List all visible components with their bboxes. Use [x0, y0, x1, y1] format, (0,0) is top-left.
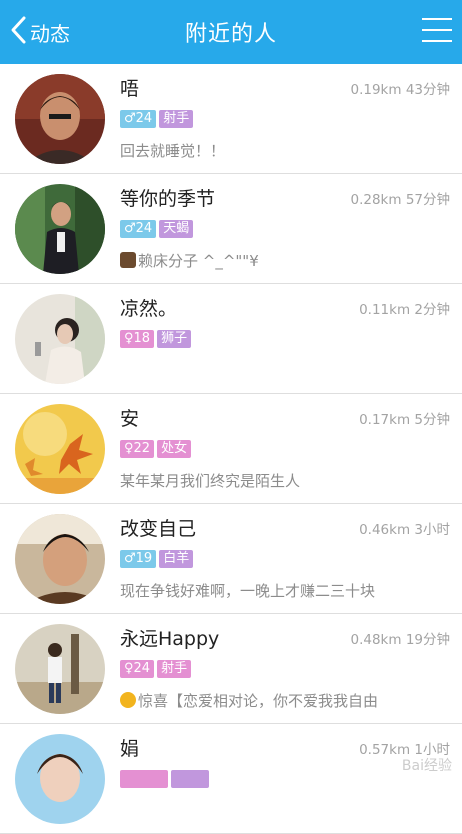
user-badges: ♂24 射手 — [120, 110, 196, 128]
user-badges: ♀22 处女 — [120, 440, 194, 458]
user-badges: ♂19 白羊 — [120, 550, 196, 568]
user-name: 永远Happy — [120, 628, 220, 650]
list-item[interactable]: 娟 0.57km 1小时 — [0, 724, 462, 834]
user-name: 娟 — [120, 738, 140, 760]
status-text: 回去就睡觉！！ — [120, 142, 226, 160]
face-icon — [120, 252, 136, 268]
distance-time: 0.46km 3小时 — [359, 522, 450, 538]
avatar[interactable] — [15, 734, 105, 824]
male-icon: ♂ — [124, 221, 136, 236]
zodiac-badge: 天蝎 — [159, 220, 194, 238]
male-icon: ♂ — [124, 111, 136, 126]
distance-time: 0.28km 57分钟 — [350, 192, 450, 208]
user-name: 改变自己 — [120, 518, 197, 540]
status-text: 赖床分子 ^_^""¥ — [120, 250, 450, 271]
title-bar: 动态 附近的人 — [0, 0, 462, 64]
smile-icon — [120, 692, 136, 708]
user-badges: ♀18 狮子 — [120, 330, 194, 348]
distance-time: 0.17km 5分钟 — [359, 412, 450, 428]
user-badges: ♂24 天蝎 — [120, 220, 196, 238]
female-icon: ♀ — [124, 661, 134, 676]
male-icon: ♂ — [124, 551, 136, 566]
list-item[interactable]: 等你的季节 0.28km 57分钟 ♂24 天蝎 赖床分子 ^_^""¥ — [0, 174, 462, 284]
avatar[interactable] — [15, 184, 105, 274]
zodiac-badge: 狮子 — [157, 330, 192, 348]
status-text: 惊喜【恋爱相对论，你不爱我我自由 — [120, 690, 450, 711]
female-icon: ♀ — [124, 331, 134, 346]
avatar[interactable] — [15, 404, 105, 494]
distance-time: 0.11km 2分钟 — [359, 302, 450, 318]
list-item[interactable]: 凉然。 0.11km 2分钟 ♀18 狮子 — [0, 284, 462, 394]
menu-icon[interactable] — [422, 18, 452, 46]
user-name: 等你的季节 — [120, 188, 216, 210]
avatar[interactable] — [15, 624, 105, 714]
nearby-people-list: 唔 0.19km 43分钟 ♂24 射手 回去就睡觉！！ 等你的季节 0.28k… — [0, 64, 462, 834]
gender-age-badge: ♀24 — [120, 660, 155, 678]
list-item[interactable]: 改变自己 0.46km 3小时 ♂19 白羊 现在争钱好难啊，一晚上才赚二三十块 — [0, 504, 462, 614]
zodiac-badge: 白羊 — [159, 550, 194, 568]
user-name: 凉然。 — [120, 298, 178, 320]
gender-age-badge: ♂19 — [120, 550, 157, 568]
gender-age-badge — [120, 770, 168, 788]
list-item[interactable]: 安 0.17km 5分钟 ♀22 处女 某年某月我们终究是陌生人 — [0, 394, 462, 504]
user-badges: ♀24 射手 — [120, 660, 194, 678]
user-name: 安 — [120, 408, 140, 430]
female-icon: ♀ — [124, 441, 134, 456]
avatar[interactable] — [15, 514, 105, 604]
page-title: 附近的人 — [184, 22, 277, 47]
gender-age-badge: ♂24 — [120, 220, 157, 238]
zodiac-badge: 射手 — [159, 110, 194, 128]
user-badges — [120, 770, 212, 788]
gender-age-badge: ♂24 — [120, 110, 157, 128]
avatar[interactable] — [15, 74, 105, 164]
status-text: 现在争钱好难啊，一晚上才赚二三十块 — [120, 582, 376, 600]
zodiac-badge — [171, 770, 209, 788]
status-text: 某年某月我们终究是陌生人 — [120, 472, 301, 490]
avatar[interactable] — [15, 294, 105, 384]
list-item[interactable]: 唔 0.19km 43分钟 ♂24 射手 回去就睡觉！！ — [0, 64, 462, 174]
zodiac-badge: 射手 — [157, 660, 192, 678]
distance-time: 0.48km 19分钟 — [350, 632, 450, 648]
gender-age-badge: ♀18 — [120, 330, 155, 348]
list-item[interactable]: 永远Happy 0.48km 19分钟 ♀24 射手 惊喜【恋爱相对论，你不爱我… — [0, 614, 462, 724]
watermark: Bai经验 — [401, 758, 452, 774]
distance-time: 0.19km 43分钟 — [350, 82, 450, 98]
gender-age-badge: ♀22 — [120, 440, 155, 458]
zodiac-badge: 处女 — [157, 440, 192, 458]
user-name: 唔 — [120, 78, 140, 100]
